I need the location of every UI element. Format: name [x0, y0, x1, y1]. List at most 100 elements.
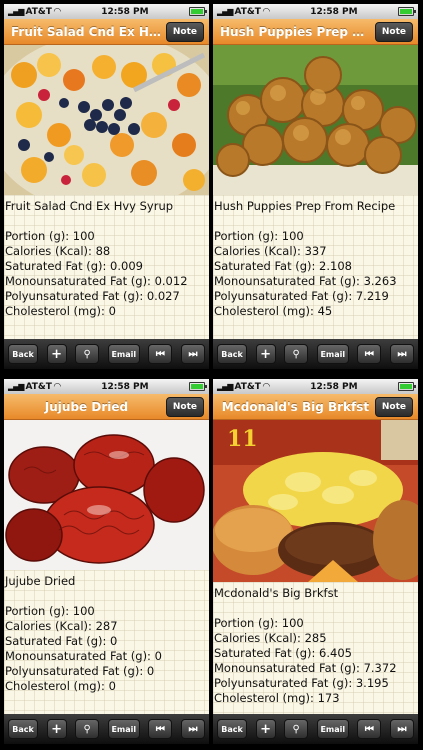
back-button[interactable]: Back [8, 719, 38, 739]
next-button[interactable]: ⏭ [389, 344, 414, 364]
nutrition-line: Cholesterol (mg): 0 [5, 679, 116, 693]
nutrition-line: Saturated Fat (g): 6.405 [214, 646, 352, 660]
fruit-salad-photo [4, 45, 209, 195]
nutrition-line: Calories (Kcal): 285 [214, 631, 327, 645]
add-button[interactable]: + [46, 719, 67, 739]
nav-title: Jujube Dried [44, 399, 129, 414]
food-name: Fruit Salad Cnd Ex Hvy Syrup [5, 199, 174, 213]
navigation-bar: Fruit Salad Cnd Ex Hvy Syrup Note [4, 19, 209, 45]
battery-icon [188, 382, 207, 391]
add-button[interactable]: + [46, 344, 67, 364]
food-details: Fruit Salad Cnd Ex Hvy Syrup Portion (g)… [4, 195, 209, 339]
clock: 12:58 PM [101, 381, 149, 392]
big-breakfast-photo: 11 [213, 420, 418, 582]
bottom-toolbar: Back + ⚲ Email ⏮ ⏭ [4, 339, 209, 369]
nutrition-line: Calories (Kcal): 337 [214, 244, 327, 258]
search-icon: ⚲ [83, 723, 91, 735]
clock: 12:58 PM [310, 6, 358, 17]
nutrition-line: Calories (Kcal): 88 [5, 244, 111, 258]
food-detail-screen: ▂▄▆ AT&T ◠ 12:58 PM Mcdonald's Big Brkfst … [213, 379, 418, 744]
email-button[interactable]: Email [316, 719, 349, 739]
search-button[interactable]: ⚲ [75, 719, 100, 739]
previous-button[interactable]: ⏮ [357, 719, 382, 739]
previous-button[interactable]: ⏮ [148, 344, 173, 364]
next-button[interactable]: ⏭ [180, 344, 205, 364]
bottom-toolbar: Back + ⚲ Email ⏮ ⏭ [4, 714, 209, 744]
nav-title: Hush Puppies Prep From Recipe [220, 24, 371, 39]
clock: 12:58 PM [310, 381, 358, 392]
search-icon: ⚲ [292, 348, 300, 360]
nutrition-line: Polyunsaturated Fat (g): 3.195 [214, 676, 389, 690]
email-button[interactable]: Email [107, 344, 140, 364]
battery-icon [397, 382, 416, 391]
nutrition-list: Portion (g): 100 Calories (Kcal): 88 Sat… [4, 229, 209, 319]
food-details: Hush Puppies Prep From Recipe Portion (g… [213, 195, 418, 339]
skip-next-icon: ⏭ [188, 348, 198, 360]
nutrition-line: Saturated Fat (g): 0 [5, 634, 118, 648]
food-detail-screen: ▂▄▆ AT&T ◠ 12:58 PM Jujube Dried Note Juju… [4, 379, 209, 744]
skip-next-icon: ⏭ [397, 348, 407, 360]
back-button[interactable]: Back [217, 719, 247, 739]
food-name: Mcdonald's Big Brkfst [214, 586, 339, 600]
food-details: Jujube Dried Portion (g): 100 Calories (… [4, 570, 209, 714]
bottom-toolbar: Back + ⚲ Email ⏮ ⏭ [213, 714, 418, 744]
food-name: Hush Puppies Prep From Recipe [214, 199, 396, 213]
back-button[interactable]: Back [217, 344, 247, 364]
nav-title: Mcdonald's Big Brkfst [221, 399, 370, 414]
nutrition-list: Portion (g): 100 Calories (Kcal): 337 Sa… [213, 229, 418, 319]
note-button[interactable]: Note [165, 396, 204, 417]
next-button[interactable]: ⏭ [180, 719, 205, 739]
skip-next-icon: ⏭ [397, 723, 407, 735]
nav-title: Fruit Salad Cnd Ex Hvy Syrup [11, 24, 162, 39]
nutrition-line: Polyunsaturated Fat (g): 0.027 [5, 289, 180, 303]
food-details: Mcdonald's Big Brkfst Portion (g): 100 C… [213, 582, 418, 714]
nutrition-line: Monounsaturated Fat (g): 0 [5, 649, 162, 663]
wifi-icon: ◠ [262, 381, 270, 392]
food-name: Jujube Dried [5, 574, 76, 588]
battery-icon [397, 7, 416, 16]
email-button[interactable]: Email [107, 719, 140, 739]
battery-icon [188, 7, 207, 16]
navigation-bar: Hush Puppies Prep From Recipe Note [213, 19, 418, 45]
next-button[interactable]: ⏭ [389, 719, 414, 739]
carrier-label: AT&T [234, 381, 261, 392]
search-button[interactable]: ⚲ [284, 344, 309, 364]
skip-previous-icon: ⏮ [155, 723, 165, 735]
nutrition-list: Portion (g): 100 Calories (Kcal): 287 Sa… [4, 604, 209, 694]
carrier-label: AT&T [234, 6, 261, 17]
search-icon: ⚲ [83, 348, 91, 360]
wifi-icon: ◠ [53, 6, 61, 17]
add-button[interactable]: + [255, 344, 276, 364]
bottom-toolbar: Back + ⚲ Email ⏮ ⏭ [213, 339, 418, 369]
nutrition-line: Calories (Kcal): 287 [5, 619, 118, 633]
carrier-label: AT&T [25, 6, 52, 17]
signal-icon: ▂▄▆ [8, 7, 25, 16]
nutrition-list: Portion (g): 100 Calories (Kcal): 285 Sa… [213, 616, 418, 706]
navigation-bar: Mcdonald's Big Brkfst Note [213, 394, 418, 420]
jujube-photo [4, 420, 209, 570]
nutrition-line: Monounsaturated Fat (g): 0.012 [5, 274, 188, 288]
search-button[interactable]: ⚲ [75, 344, 100, 364]
search-button[interactable]: ⚲ [284, 719, 309, 739]
note-button[interactable]: Note [374, 21, 413, 42]
status-bar: ▂▄▆ AT&T ◠ 12:58 PM [213, 4, 418, 19]
skip-previous-icon: ⏮ [364, 723, 374, 735]
add-button[interactable]: + [255, 719, 276, 739]
nutrition-line: Portion (g): 100 [214, 229, 304, 243]
photo-label: 11 [227, 426, 258, 452]
note-button[interactable]: Note [374, 396, 413, 417]
previous-button[interactable]: ⏮ [357, 344, 382, 364]
navigation-bar: Jujube Dried Note [4, 394, 209, 420]
nutrition-line: Portion (g): 100 [5, 229, 95, 243]
note-button[interactable]: Note [165, 21, 204, 42]
previous-button[interactable]: ⏮ [148, 719, 173, 739]
email-button[interactable]: Email [316, 344, 349, 364]
clock: 12:58 PM [101, 6, 149, 17]
nutrition-line: Polyunsaturated Fat (g): 0 [5, 664, 155, 678]
signal-icon: ▂▄▆ [217, 382, 234, 391]
skip-previous-icon: ⏮ [364, 348, 374, 360]
nutrition-line: Cholesterol (mg): 0 [5, 304, 116, 318]
back-button[interactable]: Back [8, 344, 38, 364]
food-detail-screen: ▂▄▆AT&T◠ 12:58 PM Fruit Salad Cnd Ex Hvy… [4, 4, 209, 369]
status-bar: ▂▄▆ AT&T ◠ 12:58 PM [4, 379, 209, 394]
